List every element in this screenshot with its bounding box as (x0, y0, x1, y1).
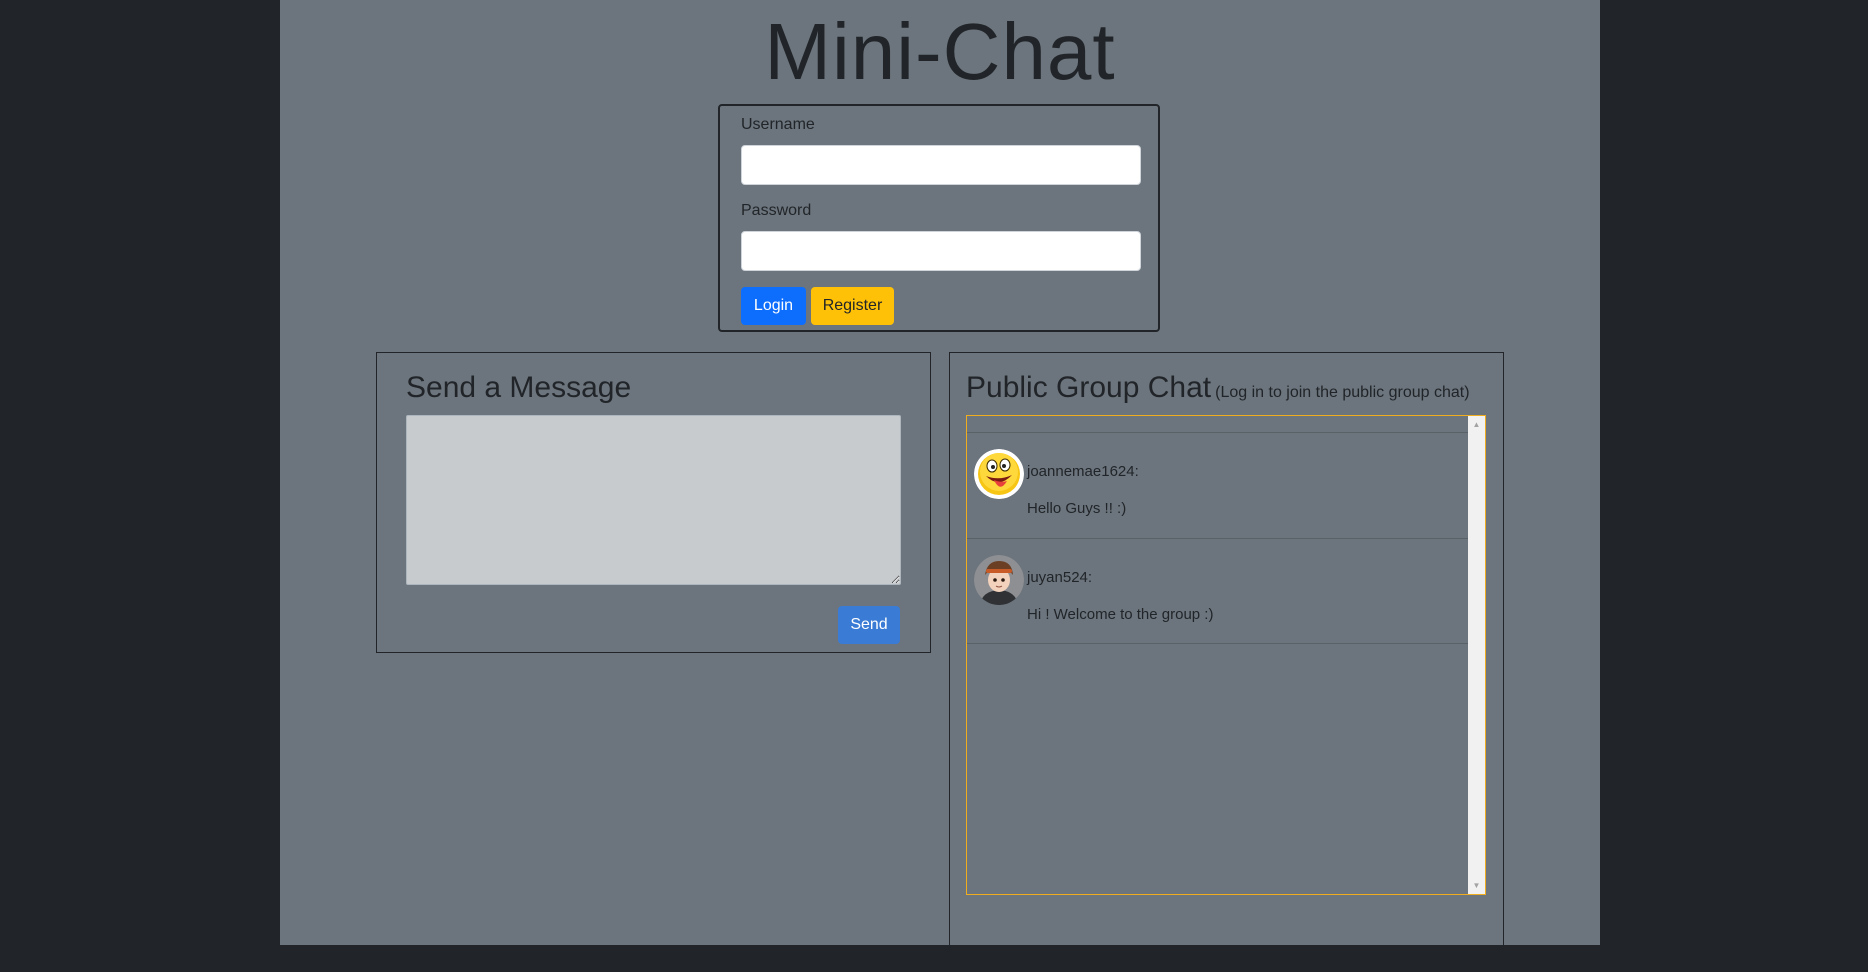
group-chat-panel: Public Group Chat (Log in to join the pub… (949, 352, 1504, 972)
chat-message-user: juyan524: (1027, 569, 1093, 586)
chat-message: joannemae1624: Hello Guys !! :) (967, 432, 1469, 538)
page-container: Mini-Chat Username Password Login Regist… (280, 0, 1600, 972)
register-button[interactable]: Register (811, 287, 894, 325)
send-message-panel: Send a Message Send (376, 352, 931, 653)
password-input[interactable] (741, 231, 1141, 271)
login-button[interactable]: Login (741, 287, 806, 325)
chat-message-text: Hi ! Welcome to the group :) (1027, 606, 1214, 623)
group-chat-title-text: Public Group Chat (966, 371, 1212, 404)
send-message-title: Send a Message (406, 371, 632, 404)
username-label: Username (741, 116, 815, 133)
chat-message-text: Hello Guys !! :) (1027, 500, 1127, 517)
message-textarea[interactable] (406, 415, 901, 585)
app-title: Mini-Chat (764, 7, 1116, 96)
login-form: Username Password Login Register (718, 104, 1160, 332)
chat-window[interactable]: joannemae1624: Hello Guys !! :) juyan524… (966, 415, 1486, 895)
anime-boy-avatar (974, 555, 1024, 605)
chat-message-user: joannemae1624: (1027, 463, 1139, 480)
chat-scrollbar[interactable]: ▲ ▼ (1468, 416, 1485, 894)
scroll-up-icon[interactable]: ▲ (1468, 416, 1485, 433)
chat-message-list: joannemae1624: Hello Guys !! :) juyan524… (967, 432, 1469, 644)
group-chat-title: Public Group Chat (Log in to join the pub… (966, 371, 1470, 405)
send-button[interactable]: Send (838, 606, 900, 644)
laughing-emoji-icon (974, 449, 1024, 499)
chat-message: juyan524: Hi ! Welcome to the group :) (967, 538, 1469, 644)
scroll-down-icon[interactable]: ▼ (1468, 877, 1485, 894)
password-label: Password (741, 202, 812, 219)
group-chat-subtitle: (Log in to join the public group chat) (1215, 384, 1470, 401)
username-input[interactable] (741, 145, 1141, 185)
